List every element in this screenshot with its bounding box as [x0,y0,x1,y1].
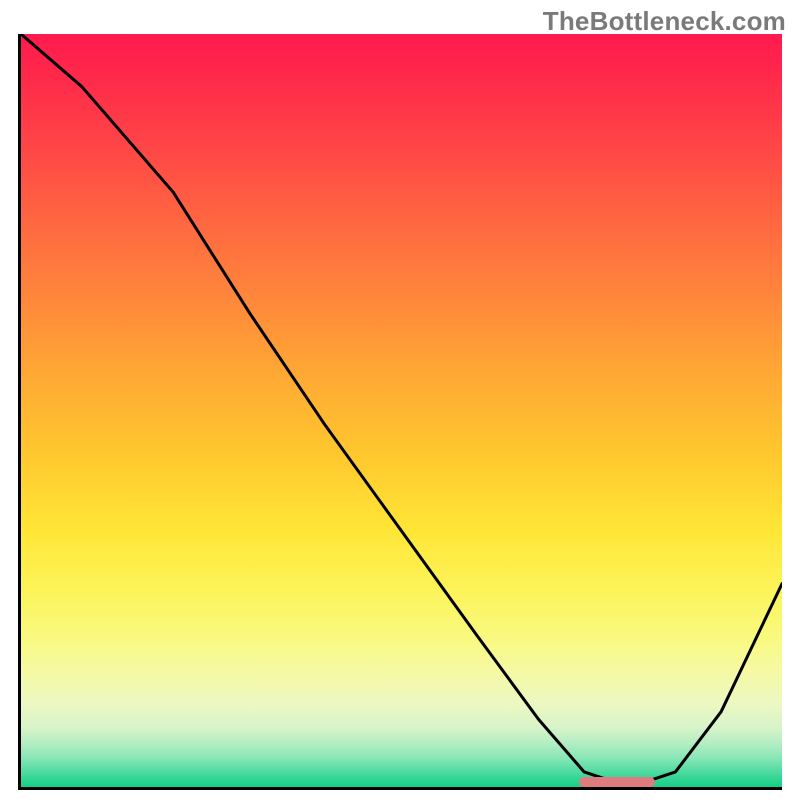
watermark-text: TheBottleneck.com [543,6,786,37]
chart-plot-area [18,34,782,790]
chart-curve [21,34,782,787]
minimum-marker [579,777,655,787]
curve-path [21,34,782,787]
